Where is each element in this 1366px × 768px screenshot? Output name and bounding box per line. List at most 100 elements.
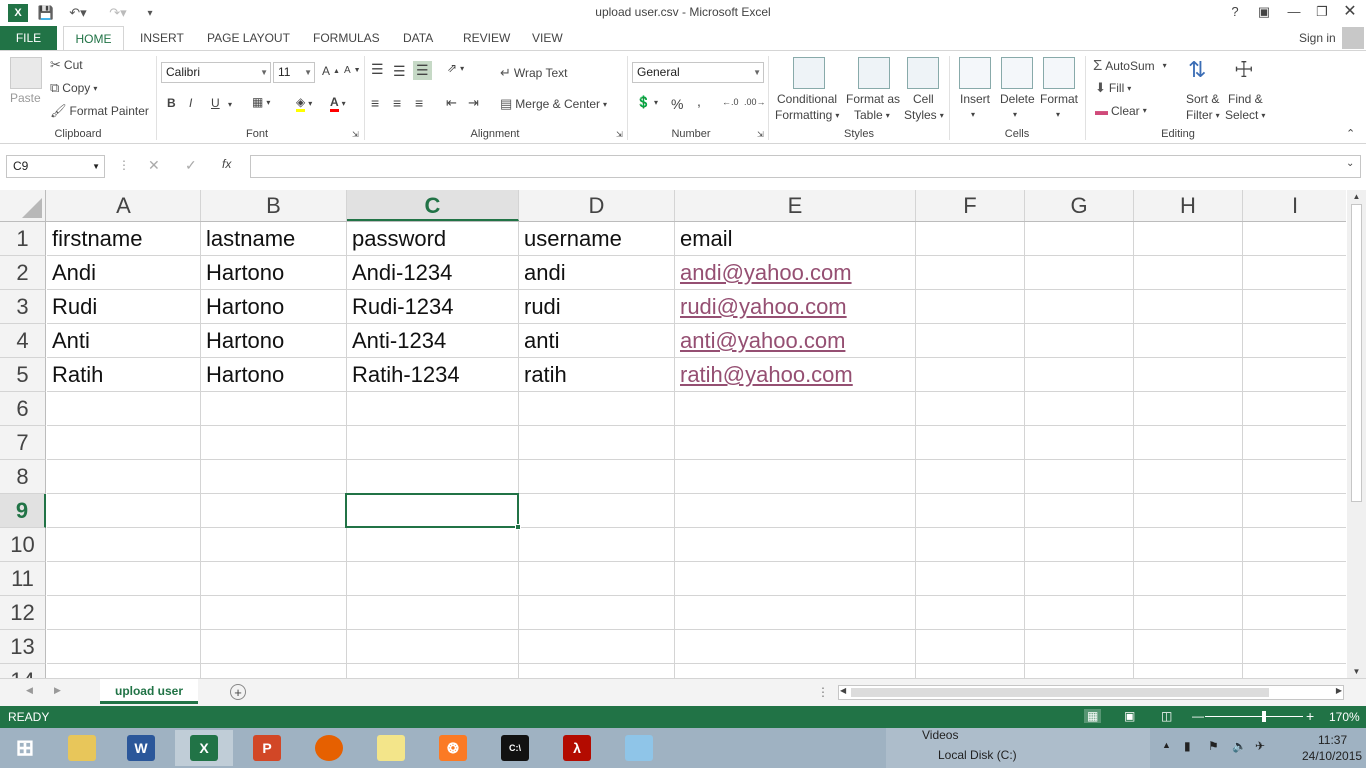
row-header-8[interactable]: 8 [0, 460, 46, 494]
cell-i6[interactable] [1243, 392, 1346, 426]
cell-e7[interactable] [675, 426, 916, 460]
cell-g13[interactable] [1025, 630, 1134, 664]
align-middle-icon[interactable]: ☰ [393, 63, 406, 80]
cell-styles-button[interactable]: Styles ▾ [904, 108, 944, 122]
avatar[interactable] [1342, 27, 1364, 49]
wrap-text-button[interactable]: ↵ Wrap Text [500, 65, 567, 81]
cell-d8[interactable] [519, 460, 675, 494]
tab-formulas[interactable]: FORMULAS [313, 26, 380, 50]
cell-g10[interactable] [1025, 528, 1134, 562]
sheet-tab-upload-user[interactable]: upload user [100, 679, 198, 704]
merge-center-button[interactable]: ▤ Merge & Center ▾ [500, 96, 607, 112]
cell-g1[interactable] [1025, 222, 1134, 256]
cell-e5[interactable]: ratih@yahoo.com [675, 358, 916, 392]
cell-e12[interactable] [675, 596, 916, 630]
cell-e11[interactable] [675, 562, 916, 596]
column-header-b[interactable]: B [201, 190, 347, 221]
column-header-d[interactable]: D [519, 190, 675, 221]
cell-g14[interactable] [1025, 664, 1134, 678]
cell-b1[interactable]: lastname [201, 222, 347, 256]
cell-h9[interactable] [1134, 494, 1243, 528]
battery-icon[interactable]: ▮ [1184, 739, 1191, 753]
cell-g12[interactable] [1025, 596, 1134, 630]
cell-g8[interactable] [1025, 460, 1134, 494]
cell-f4[interactable] [916, 324, 1025, 358]
cell-h2[interactable] [1134, 256, 1243, 290]
cell-d13[interactable] [519, 630, 675, 664]
cell-d1[interactable]: username [519, 222, 675, 256]
help-button[interactable]: ? [1222, 2, 1248, 22]
font-name-select[interactable]: Calibri ▼ [161, 62, 271, 83]
fill-button[interactable]: ⬇ Fill ▾ [1095, 80, 1131, 96]
cell-styles-line1[interactable]: Cell [913, 92, 934, 106]
volume-icon[interactable]: 🔈 [1232, 739, 1247, 753]
tray-item-videos[interactable]: Videos [922, 728, 958, 742]
cell-c10[interactable] [347, 528, 519, 562]
cell-d12[interactable] [519, 596, 675, 630]
zoom-in-icon[interactable]: + [1306, 708, 1314, 724]
taskbar-acrobat[interactable]: λ [548, 730, 606, 766]
select-all-button[interactable] [0, 190, 46, 221]
cell-e8[interactable] [675, 460, 916, 494]
cell-c9[interactable] [347, 494, 519, 528]
cell-b11[interactable] [201, 562, 347, 596]
insert-cells-icon[interactable] [959, 57, 991, 89]
cell-a14[interactable] [47, 664, 201, 678]
increase-indent-icon[interactable]: ⇥ [468, 95, 479, 111]
conditional-formatting-line1[interactable]: Conditional [777, 92, 837, 106]
paste-icon[interactable] [10, 57, 42, 89]
cell-i7[interactable] [1243, 426, 1346, 460]
cell-d14[interactable] [519, 664, 675, 678]
cell-c1[interactable]: password [347, 222, 519, 256]
cell-g5[interactable] [1025, 358, 1134, 392]
orientation-icon[interactable]: ⇗ ▾ [447, 61, 464, 75]
cell-e3[interactable]: rudi@yahoo.com [675, 290, 916, 324]
cell-d3[interactable]: rudi [519, 290, 675, 324]
cell-i1[interactable] [1243, 222, 1346, 256]
zoom-slider-thumb[interactable] [1262, 711, 1266, 722]
cell-d10[interactable] [519, 528, 675, 562]
align-center-icon[interactable]: ≡ [393, 95, 401, 111]
action-center-icon[interactable]: ⚑ [1208, 739, 1219, 753]
increase-font-size-icon[interactable]: A ▲ [322, 64, 340, 78]
cut-button[interactable]: ✂ Cut [50, 57, 83, 73]
row-header-11[interactable]: 11 [0, 562, 46, 596]
delete-dropdown-icon[interactable]: ▾ [1013, 110, 1017, 119]
cell-h7[interactable] [1134, 426, 1243, 460]
expand-formula-bar-icon[interactable]: ⌄ [1346, 158, 1354, 169]
conditional-formatting-icon[interactable] [793, 57, 825, 89]
tab-file[interactable]: FILE [0, 26, 57, 50]
format-as-table-button[interactable]: Table ▾ [854, 108, 890, 122]
cell-a10[interactable] [47, 528, 201, 562]
row-header-9[interactable]: 9 [0, 494, 46, 528]
align-bottom-icon[interactable]: ☰ [413, 61, 432, 80]
cell-b13[interactable] [201, 630, 347, 664]
cell-c3[interactable]: Rudi-1234 [347, 290, 519, 324]
cell-a7[interactable] [47, 426, 201, 460]
align-left-icon[interactable]: ≡ [371, 95, 379, 111]
scroll-up-icon[interactable]: ▲ [1347, 192, 1366, 201]
cell-h11[interactable] [1134, 562, 1243, 596]
cell-b3[interactable]: Hartono [201, 290, 347, 324]
tab-insert[interactable]: INSERT [140, 26, 184, 50]
number-format-select[interactable]: General ▼ [632, 62, 764, 83]
cell-i14[interactable] [1243, 664, 1346, 678]
row-header-1[interactable]: 1 [0, 222, 46, 256]
vertical-scroll-thumb[interactable] [1351, 204, 1362, 502]
cell-a12[interactable] [47, 596, 201, 630]
cell-h13[interactable] [1134, 630, 1243, 664]
cell-c13[interactable] [347, 630, 519, 664]
cell-g11[interactable] [1025, 562, 1134, 596]
page-layout-view-icon[interactable]: ▣ [1124, 709, 1135, 723]
cell-b6[interactable] [201, 392, 347, 426]
cell-f7[interactable] [916, 426, 1025, 460]
tray-item-local-disk[interactable]: Local Disk (C:) [938, 748, 1017, 762]
cell-g4[interactable] [1025, 324, 1134, 358]
align-right-icon[interactable]: ≡ [415, 95, 423, 111]
format-dropdown-icon[interactable]: ▾ [1056, 110, 1060, 119]
taskbar-excel[interactable]: X [175, 730, 233, 766]
cell-h3[interactable] [1134, 290, 1243, 324]
cell-b8[interactable] [201, 460, 347, 494]
prev-sheet-icon[interactable]: ◀ [26, 685, 33, 696]
sort-filter-icon[interactable]: ⇅ [1188, 57, 1206, 83]
